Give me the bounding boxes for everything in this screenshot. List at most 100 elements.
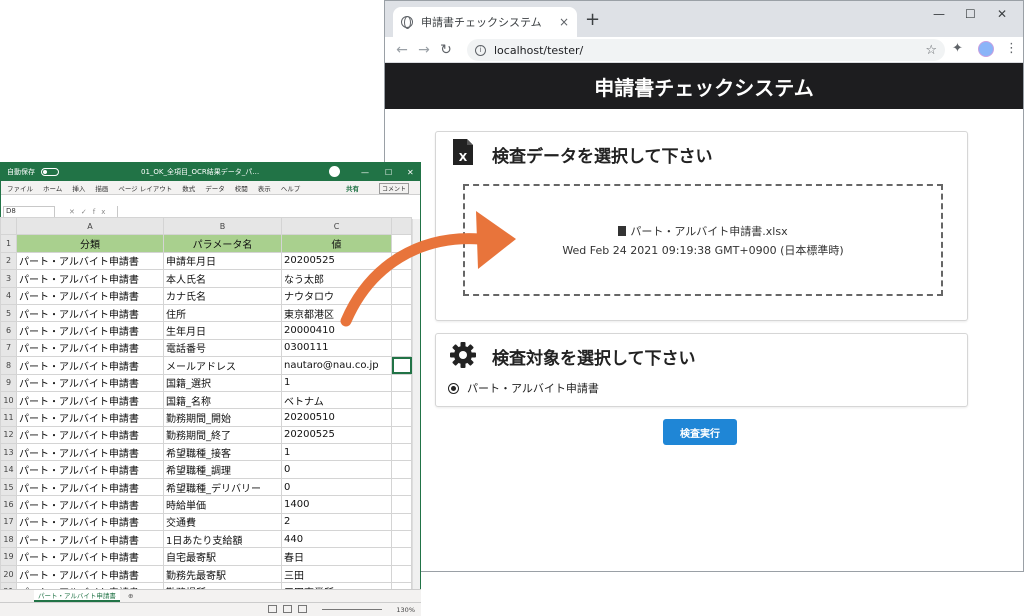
cell[interactable]: 自宅最寄駅 [163, 547, 282, 566]
cell[interactable]: 1日あたり支給額 [163, 530, 282, 549]
cell[interactable]: パート・アルバイト申請書 [16, 303, 164, 323]
row-header[interactable]: 20 [0, 564, 17, 584]
row-header[interactable]: 16 [0, 495, 17, 514]
autosave-toggle[interactable] [41, 168, 59, 176]
cell[interactable]: 20200525 [281, 425, 392, 445]
close-window-button[interactable]: ✕ [997, 7, 1007, 21]
cell[interactable]: 三田事業所 [281, 582, 392, 601]
cell[interactable]: パラメータ名 [163, 234, 282, 253]
cell[interactable]: 時給単価 [163, 495, 282, 514]
row-header[interactable]: 11 [0, 408, 17, 427]
cell[interactable] [391, 356, 412, 375]
row-header[interactable]: 17 [0, 512, 17, 532]
cell[interactable]: パート・アルバイト申請書 [16, 408, 164, 427]
new-tab-button[interactable]: + [585, 9, 600, 30]
cell[interactable]: パート・アルバイト申請書 [16, 286, 164, 305]
row-header[interactable]: 15 [0, 477, 17, 497]
ribbon-tab[interactable]: ヘルプ [281, 183, 301, 193]
share-button[interactable]: 共有 [346, 183, 359, 193]
cell[interactable]: パート・アルバイト申請書 [16, 321, 164, 340]
excel-close-button[interactable]: ✕ [407, 168, 414, 177]
cell[interactable] [391, 512, 412, 532]
row-header[interactable]: 2 [0, 251, 17, 271]
cell[interactable]: 申請年月日 [163, 251, 282, 271]
excel-minimize-button[interactable]: — [361, 168, 369, 177]
cell[interactable]: パート・アルバイト申請書 [16, 477, 164, 497]
row-header[interactable]: 18 [0, 530, 17, 549]
cell[interactable]: 希望職種_接客 [163, 443, 282, 462]
ribbon-tab[interactable]: ページ レイアウト [118, 183, 172, 193]
cell[interactable]: 春日 [281, 547, 392, 566]
cell[interactable]: パート・アルバイト申請書 [16, 251, 164, 271]
cell[interactable]: 1 [281, 443, 392, 462]
cell[interactable]: パート・アルバイト申請書 [16, 338, 164, 358]
cell[interactable]: メールアドレス [163, 356, 282, 375]
cell[interactable]: 分類 [16, 234, 164, 253]
row-header[interactable]: 13 [0, 443, 17, 462]
cell[interactable]: 生年月日 [163, 321, 282, 340]
cell[interactable] [391, 338, 412, 358]
forward-arrow-icon[interactable]: → [413, 42, 435, 58]
extensions-puzzle-icon[interactable]: ✦ [952, 41, 963, 56]
cell[interactable] [391, 408, 412, 427]
name-box[interactable]: D8 [3, 205, 55, 218]
cell[interactable]: パート・アルバイト申請書 [16, 460, 164, 479]
minimize-button[interactable]: — [933, 7, 945, 21]
cell[interactable]: パート・アルバイト申請書 [16, 269, 164, 288]
ribbon-tab[interactable]: ファイル [7, 183, 33, 193]
target-option[interactable]: パート・アルバイト申請書 [448, 380, 599, 396]
tab-close-icon[interactable]: × [559, 15, 569, 29]
cell[interactable]: ベトナム [281, 390, 392, 410]
row-header[interactable]: 1 [0, 234, 17, 253]
cell[interactable] [391, 477, 412, 497]
row-header[interactable]: 14 [0, 460, 17, 479]
menu-kebab-icon[interactable]: ⋮ [1005, 41, 1018, 56]
file-dropzone[interactable]: パート・アルバイト申請書.xlsx Wed Feb 24 2021 09:19:… [463, 184, 943, 296]
run-check-button[interactable]: 検査実行 [663, 419, 737, 445]
ribbon-tab[interactable]: データ [205, 183, 225, 193]
cell[interactable]: パート・アルバイト申請書 [16, 564, 164, 584]
row-header[interactable]: 8 [0, 356, 17, 375]
formula-fx-icon[interactable]: ✕✓fx [69, 208, 111, 216]
row-header[interactable]: 5 [0, 303, 17, 323]
cell[interactable] [391, 373, 412, 392]
cell[interactable]: 勤務場所 [163, 582, 282, 601]
address-bar[interactable]: i localhost/tester/ ☆ [467, 39, 945, 61]
ribbon-tab[interactable]: 校閲 [235, 183, 248, 193]
cell[interactable] [391, 530, 412, 549]
cell[interactable]: 勤務期間_終了 [163, 425, 282, 445]
cell[interactable]: パート・アルバイト申請書 [16, 373, 164, 392]
cell[interactable]: 本人氏名 [163, 269, 282, 288]
cell[interactable] [391, 460, 412, 479]
cell[interactable] [391, 582, 412, 601]
cell[interactable]: 1400 [281, 495, 392, 514]
cell[interactable]: 国籍_名称 [163, 390, 282, 410]
browser-tab[interactable]: 申請書チェックシステム × [393, 7, 577, 37]
cell[interactable]: 2 [281, 512, 392, 532]
cell[interactable]: 希望職種_調理 [163, 460, 282, 479]
cell[interactable] [391, 425, 412, 445]
cell[interactable]: パート・アルバイト申請書 [16, 582, 164, 601]
ribbon-tab[interactable]: 数式 [182, 183, 195, 193]
reload-icon[interactable]: ↻ [435, 42, 457, 58]
cell[interactable]: 勤務期間_開始 [163, 408, 282, 427]
ribbon-tab[interactable]: 挿入 [72, 183, 85, 193]
back-arrow-icon[interactable]: ← [391, 42, 413, 58]
row-header[interactable]: 19 [0, 547, 17, 566]
cell[interactable] [391, 443, 412, 462]
excel-maximize-button[interactable]: ☐ [385, 168, 392, 177]
column-header[interactable]: A [16, 216, 164, 236]
cell[interactable]: 1 [281, 373, 392, 392]
cell[interactable] [391, 547, 412, 566]
cell[interactable] [391, 390, 412, 410]
comment-button[interactable]: コメント [379, 183, 410, 194]
cell[interactable]: 電話番号 [163, 338, 282, 358]
info-icon[interactable]: i [475, 44, 486, 56]
row-header[interactable]: 4 [0, 286, 17, 305]
cell[interactable]: 国籍_選択 [163, 373, 282, 392]
cell[interactable]: nautaro@nau.co.jp [281, 356, 392, 375]
radio-selected[interactable] [448, 382, 459, 394]
cell[interactable]: パート・アルバイト申請書 [16, 425, 164, 445]
cell[interactable]: 住所 [163, 303, 282, 323]
cell[interactable]: パート・アルバイト申請書 [16, 390, 164, 410]
